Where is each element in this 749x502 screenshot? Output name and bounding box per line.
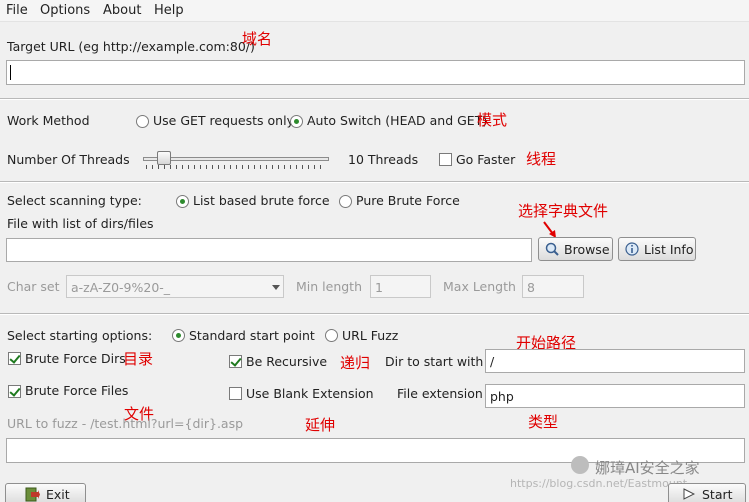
radio-list-based[interactable] bbox=[176, 195, 189, 208]
watermark-text: 娜璋AI安全之家 bbox=[595, 459, 700, 477]
radio-standard-start-label: Standard start point bbox=[189, 328, 315, 343]
go-faster-label: Go Faster bbox=[456, 152, 516, 167]
go-faster-checkbox[interactable] bbox=[439, 153, 452, 166]
browse-button-label: Browse bbox=[564, 242, 610, 257]
brute-files-label: Brute Force Files bbox=[25, 383, 129, 398]
radio-get-only-label: Use GET requests only bbox=[153, 113, 294, 128]
max-length-value: 8 bbox=[527, 280, 535, 295]
radio-pure-brute-label: Pure Brute Force bbox=[356, 193, 460, 208]
browse-button[interactable]: Browse bbox=[538, 237, 613, 261]
exit-button-label: Exit bbox=[46, 487, 70, 502]
radio-auto-switch[interactable] bbox=[290, 115, 303, 128]
threads-slider-track[interactable] bbox=[143, 157, 329, 161]
work-method-label: Work Method bbox=[7, 113, 90, 128]
radio-url-fuzz-label: URL Fuzz bbox=[342, 328, 399, 343]
annotation-dict: 选择字典文件 bbox=[518, 202, 609, 220]
magnifier-icon bbox=[545, 242, 559, 256]
dir-start-label: Dir to start with bbox=[385, 354, 484, 369]
exit-door-icon bbox=[25, 487, 40, 502]
charset-label: Char set bbox=[7, 279, 60, 294]
watermark-url: https://blog.csdn.net/Eastmount bbox=[510, 477, 688, 490]
menu-options[interactable]: Options bbox=[40, 3, 90, 18]
charset-select[interactable]: a-zA-Z0-9%20-_ bbox=[66, 275, 284, 298]
charset-value: a-zA-Z0-9%20-_ bbox=[71, 280, 171, 295]
max-length-label: Max Length bbox=[443, 279, 516, 294]
radio-auto-switch-label: Auto Switch (HEAD and GET) bbox=[307, 113, 488, 128]
menu-file[interactable]: File bbox=[6, 3, 28, 18]
dirs-file-label: File with list of dirs/files bbox=[7, 216, 154, 231]
recursive-checkbox[interactable] bbox=[229, 355, 242, 368]
radio-pure-brute[interactable] bbox=[339, 195, 352, 208]
divider bbox=[0, 98, 749, 100]
start-button[interactable]: Start bbox=[668, 483, 746, 502]
radio-url-fuzz[interactable] bbox=[325, 329, 338, 342]
max-length-input[interactable]: 8 bbox=[522, 275, 584, 298]
file-extension-input[interactable]: php bbox=[485, 384, 745, 408]
target-url-input[interactable] bbox=[6, 60, 745, 85]
menu-bar: File Options About Help bbox=[0, 0, 749, 22]
min-length-label: Min length bbox=[296, 279, 362, 294]
annotation-mode: 模式 bbox=[477, 111, 508, 129]
url-fuzz-label: URL to fuzz - /test.html?url={dir}.asp bbox=[7, 416, 244, 431]
file-extension-label: File extension bbox=[397, 386, 483, 401]
threads-value: 10 Threads bbox=[348, 152, 419, 167]
radio-get-only[interactable] bbox=[136, 115, 149, 128]
annotation-type: 类型 bbox=[528, 413, 559, 431]
start-button-label: Start bbox=[702, 487, 733, 502]
chevron-down-icon bbox=[272, 285, 280, 290]
dirs-file-input[interactable] bbox=[6, 238, 532, 262]
blank-extension-label: Use Blank Extension bbox=[246, 386, 374, 401]
min-length-input[interactable]: 1 bbox=[370, 275, 431, 298]
dir-start-value: / bbox=[490, 354, 495, 369]
threads-slider-thumb[interactable] bbox=[156, 151, 171, 165]
menu-about[interactable]: About bbox=[103, 3, 141, 18]
annotation-recursive: 递归 bbox=[340, 354, 371, 372]
file-extension-value: php bbox=[490, 389, 514, 404]
info-icon bbox=[625, 242, 639, 256]
wechat-logo-icon bbox=[571, 456, 589, 474]
text-caret bbox=[10, 65, 11, 80]
menu-help[interactable]: Help bbox=[154, 3, 184, 18]
list-info-button[interactable]: List Info bbox=[618, 237, 696, 261]
dir-start-input[interactable]: / bbox=[485, 349, 745, 373]
annotation-domain: 域名 bbox=[242, 30, 273, 48]
divider bbox=[0, 181, 749, 183]
start-options-label: Select starting options: bbox=[7, 328, 153, 343]
annotation-threads: 线程 bbox=[526, 150, 557, 168]
blank-extension-checkbox[interactable] bbox=[229, 387, 242, 400]
brute-dirs-label: Brute Force Dirs bbox=[25, 351, 126, 366]
annotation-extension: 延伸 bbox=[305, 416, 336, 434]
radio-list-based-label: List based brute force bbox=[193, 193, 330, 208]
annotation-dirs: 目录 bbox=[123, 350, 154, 368]
divider bbox=[0, 313, 749, 315]
brute-files-checkbox[interactable] bbox=[8, 385, 21, 398]
threads-slider-ticks bbox=[146, 165, 326, 169]
target-url-label: Target URL (eg http://example.com:80/) bbox=[7, 39, 255, 54]
radio-standard-start[interactable] bbox=[172, 329, 185, 342]
list-info-button-label: List Info bbox=[644, 242, 694, 257]
exit-button[interactable]: Exit bbox=[5, 483, 86, 502]
min-length-value: 1 bbox=[375, 280, 383, 295]
scan-type-label: Select scanning type: bbox=[7, 193, 142, 208]
play-icon bbox=[683, 488, 695, 500]
brute-dirs-checkbox[interactable] bbox=[8, 352, 21, 365]
recursive-label: Be Recursive bbox=[246, 354, 328, 369]
threads-label: Number Of Threads bbox=[7, 152, 130, 167]
